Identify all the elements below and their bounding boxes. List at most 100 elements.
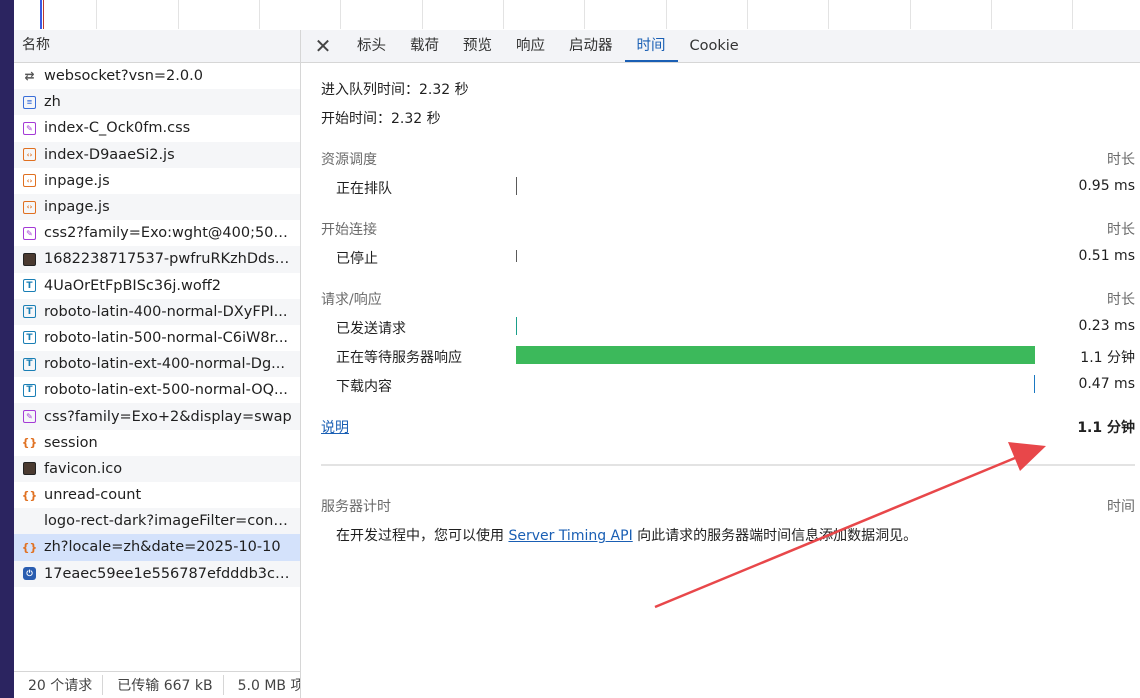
fetch-icon: {} bbox=[21, 488, 38, 502]
image-icon bbox=[23, 252, 36, 266]
request-summary-bar: 20 个请求 已传输 667 kB 5.0 MB 项 bbox=[14, 671, 300, 698]
fetch-icon: {} bbox=[21, 540, 38, 554]
transferred-size: 已传输 667 kB bbox=[103, 675, 224, 695]
tab-headers[interactable]: 标头 bbox=[345, 30, 398, 62]
request-list: ⇄ websocket?vsn=2.0.0 ≡ zh ✎ index-C_Ock0fm.c… bbox=[14, 63, 300, 587]
request-name: 4UaOrEtFpBISc36j.woff2 bbox=[44, 277, 221, 294]
window-edge bbox=[0, 0, 14, 698]
font-icon: T bbox=[23, 279, 36, 293]
request-row[interactable]: ‹› inpage.js bbox=[14, 168, 300, 194]
request-row[interactable]: ⇄ websocket?vsn=2.0.0 bbox=[14, 63, 300, 89]
timing-bar-download bbox=[516, 375, 1035, 393]
font-icon: T bbox=[23, 331, 36, 345]
tab-initiator[interactable]: 启动器 bbox=[557, 30, 625, 62]
request-row[interactable]: Troboto-latin-ext-400-normal-Dg... bbox=[14, 351, 300, 378]
request-row[interactable]: Troboto-latin-400-normal-DXyFPI... bbox=[14, 298, 300, 325]
request-row[interactable]: {} unread-count bbox=[14, 482, 300, 508]
image-icon bbox=[23, 462, 36, 476]
timing-bar-waiting bbox=[516, 346, 1035, 364]
request-name: logo-rect-dark?imageFilter=conv... bbox=[44, 513, 294, 530]
request-detail-pane: ✕ 标头 载荷 预览 响应 启动器 时间 Cookie 进入队列时间：2.32 … bbox=[301, 30, 1140, 698]
tab-timing[interactable]: 时间 bbox=[624, 30, 678, 62]
tab-payload[interactable]: 载荷 bbox=[398, 30, 451, 62]
timing-row-value: 0.51 ms bbox=[1078, 248, 1135, 264]
request-name: roboto-latin-400-normal-DXyFPI... bbox=[44, 303, 288, 320]
timing-bar-marker bbox=[516, 177, 517, 195]
waiting-bar-fill bbox=[516, 346, 1035, 364]
tab-response[interactable]: 响应 bbox=[504, 30, 557, 62]
font-icon: T bbox=[23, 357, 36, 371]
request-row[interactable]: ‹› index-D9aaeSi2.js bbox=[14, 141, 300, 168]
tab-cookies[interactable]: Cookie bbox=[678, 30, 751, 62]
timeline-gridline bbox=[259, 0, 260, 29]
server-timing-description: 在开发过程中，您可以使用 Server Timing API 向此请求的服务器端… bbox=[336, 525, 917, 545]
document-icon: ≡ bbox=[23, 95, 36, 109]
section-title-scheduling: 资源调度 bbox=[321, 152, 377, 168]
request-name: roboto-latin-ext-500-normal-OQ... bbox=[44, 382, 288, 399]
timeline-gridline bbox=[828, 0, 829, 29]
request-row[interactable]: ≡ zh bbox=[14, 89, 300, 116]
request-row[interactable]: T 4UaOrEtFpBISc36j.woff2 bbox=[14, 273, 300, 299]
request-row[interactable]: ⏻ 17eaec59ee1e556787efdddb3ca... bbox=[14, 560, 300, 587]
script-icon: ‹› bbox=[23, 174, 36, 188]
timeline-gridline bbox=[96, 0, 97, 29]
explanation-link[interactable]: 说明 bbox=[321, 417, 349, 437]
request-row[interactable]: Troboto-latin-500-normal-C6iW8r... bbox=[14, 325, 300, 351]
timing-bar-request-sent bbox=[516, 317, 1035, 335]
timing-bar-stalled bbox=[516, 247, 1035, 265]
request-name: index-D9aaeSi2.js bbox=[44, 146, 175, 163]
close-icon[interactable]: ✕ bbox=[301, 34, 345, 58]
request-name: css2?family=Exo:wght@400;500;... bbox=[44, 225, 294, 242]
timeline-gridline bbox=[584, 0, 585, 29]
queued-at-text: 进入队列时间：2.32 秒 bbox=[321, 82, 469, 98]
blank-icon bbox=[23, 515, 36, 528]
timeline-gridline bbox=[503, 0, 504, 29]
request-row[interactable]: 1682238717537-pwfruRKzhDdsX... bbox=[14, 246, 300, 273]
request-row[interactable]: logo-rect-dark?imageFilter=conv... bbox=[14, 508, 300, 535]
timing-bar-marker bbox=[516, 317, 517, 335]
started-at-text: 开始时间：2.32 秒 bbox=[321, 111, 441, 127]
request-name: zh?locale=zh&date=2025-10-10 bbox=[44, 539, 281, 556]
request-name: roboto-latin-500-normal-C6iW8r... bbox=[44, 329, 289, 346]
timeline-marker-load bbox=[43, 0, 44, 29]
timing-row-label: 已停止 bbox=[336, 251, 378, 267]
timeline-gridline bbox=[991, 0, 992, 29]
websocket-icon: ⇄ bbox=[24, 69, 35, 84]
request-name: inpage.js bbox=[44, 172, 110, 189]
other-icon: ⏻ bbox=[23, 567, 36, 581]
request-row[interactable]: Troboto-latin-ext-500-normal-OQ... bbox=[14, 377, 300, 403]
server-timing-api-link[interactable]: Server Timing API bbox=[508, 528, 632, 544]
duration-header: 时长 bbox=[1107, 222, 1135, 238]
fetch-icon: {} bbox=[21, 436, 38, 450]
timing-row-label: 下载内容 bbox=[336, 379, 392, 395]
request-count: 20 个请求 bbox=[14, 675, 104, 695]
name-column-header[interactable]: 名称 bbox=[14, 30, 300, 63]
request-row[interactable]: favicon.ico bbox=[14, 455, 300, 482]
request-name: inpage.js bbox=[44, 199, 110, 216]
request-row[interactable]: ✎ css?family=Exo+2&display=swap bbox=[14, 403, 300, 430]
section-title-request-response: 请求/响应 bbox=[321, 292, 382, 308]
timing-row-value: 0.47 ms bbox=[1078, 376, 1135, 392]
request-row[interactable]: ‹› inpage.js bbox=[14, 193, 300, 221]
timing-row-label: 正在等待服务器响应 bbox=[336, 350, 462, 366]
divider bbox=[321, 464, 1135, 466]
request-row[interactable]: {} session bbox=[14, 430, 300, 456]
request-row[interactable]: {} zh?locale=zh&date=2025-10-10 bbox=[14, 534, 300, 561]
request-row[interactable]: ✎ index-C_Ock0fm.css bbox=[14, 115, 300, 141]
server-timing-text-before: 在开发过程中，您可以使用 bbox=[336, 528, 504, 544]
request-row[interactable]: ✎ css2?family=Exo:wght@400;500;... bbox=[14, 220, 300, 246]
overview-timeline[interactable] bbox=[14, 0, 1140, 31]
request-name: zh bbox=[44, 94, 61, 111]
timeline-gridline bbox=[910, 0, 911, 29]
timing-row-label: 已发送请求 bbox=[336, 321, 406, 337]
request-name: session bbox=[44, 434, 98, 451]
request-name: 17eaec59ee1e556787efdddb3ca... bbox=[44, 565, 294, 582]
stylesheet-icon: ✎ bbox=[23, 410, 36, 424]
timing-bar-marker bbox=[1034, 375, 1035, 393]
resource-size: 5.0 MB 项 bbox=[237, 678, 300, 694]
timing-row-value: 0.95 ms bbox=[1078, 178, 1135, 194]
request-name: websocket?vsn=2.0.0 bbox=[44, 68, 203, 85]
tab-preview[interactable]: 预览 bbox=[451, 30, 504, 62]
script-icon: ‹› bbox=[23, 200, 36, 214]
duration-header: 时长 bbox=[1107, 152, 1135, 168]
